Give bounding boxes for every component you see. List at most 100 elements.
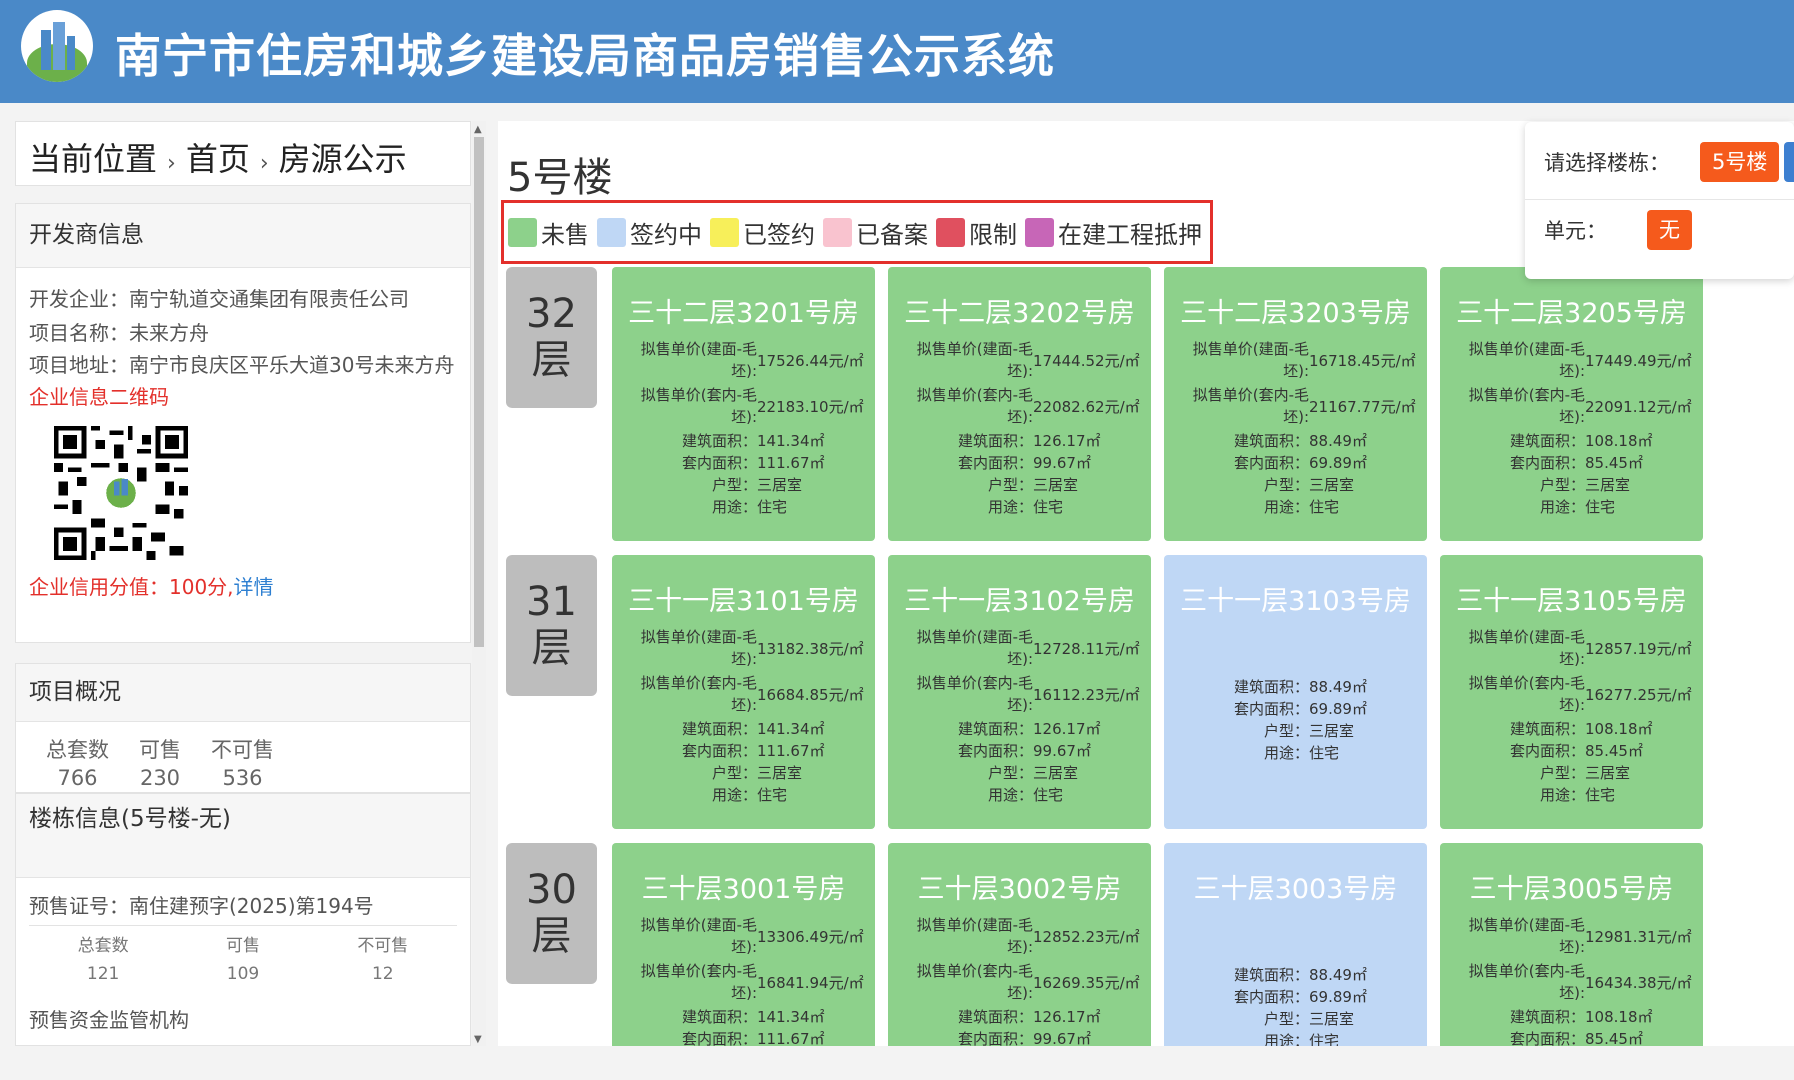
stat-label: 不可售 xyxy=(211,738,274,762)
legend-item: 限制 xyxy=(936,215,1017,250)
floor-label: 32 层 xyxy=(506,267,597,408)
room-field-use: 用途： 住宅 xyxy=(987,498,1064,516)
room-field-build-area: 建筑面积： 88.49㎡ xyxy=(1233,966,1367,984)
room-card[interactable]: 三十二层3205号房 拟售单价(建面-毛坯): 17449.49元/㎡ 拟售单价(套内… xyxy=(1440,267,1703,541)
room-field-price-net: 拟售单价(套内-毛坯): 22091.12元/㎡ xyxy=(1468,386,1692,426)
room-field-inner-area: 套内面积： 99.67㎡ xyxy=(957,454,1091,472)
overview-heading: 项目概况 xyxy=(16,664,470,722)
floor-label: 30 层 xyxy=(506,843,597,984)
room-field-layout: 户型： 三居室 xyxy=(711,476,803,494)
qr-code-image[interactable] xyxy=(54,426,188,560)
room-field-price-net: 拟售单价(套内-毛坯): 16277.25元/㎡ xyxy=(1468,674,1692,714)
room-field-layout: 户型： 三居室 xyxy=(711,764,803,782)
room-field-layout: 户型： 三居室 xyxy=(1263,722,1355,740)
room-title: 三十二层3205号房 xyxy=(1456,298,1687,329)
breadcrumb: 当前位置 › 首页 › 房源公示 xyxy=(15,121,471,186)
room-field-inner-area: 套内面积： 85.45㎡ xyxy=(1509,742,1643,760)
room-card[interactable]: 三十一层3102号房 拟售单价(建面-毛坯): 12728.11元/㎡ 拟售单价(套内… xyxy=(888,555,1151,829)
room-field-use: 用途： 住宅 xyxy=(711,498,788,516)
room-field-use: 用途： 住宅 xyxy=(1263,744,1340,762)
unit-option-button[interactable]: 无 xyxy=(1647,210,1692,250)
scroll-up-icon[interactable]: ▲ xyxy=(474,124,482,135)
room-field-build-area: 建筑面积： 141.34㎡ xyxy=(681,432,825,450)
room-field-price-gross: 拟售单价(建面-毛坯): 13182.38元/㎡ xyxy=(640,628,864,668)
room-field-price-net: 拟售单价(套内-毛坯): 22082.62元/㎡ xyxy=(916,386,1140,426)
room-card[interactable]: 三十一层3105号房拟售单价(建面-毛坯): 12857.19元/㎡ 拟售单价(套内… xyxy=(1440,555,1703,829)
scroll-down-icon[interactable]: ▼ xyxy=(474,1034,482,1045)
room-card[interactable]: 三十层3002号房 拟售单价(建面-毛坯): 12852.23元/㎡ 拟售单价(套内-… xyxy=(888,843,1151,1046)
room-field-price-gross: 拟售单价(建面-毛坯): 17444.52元/㎡ xyxy=(916,340,1140,380)
site-header: 南宁市住房和城乡建设局商品房销售公示系统 xyxy=(0,0,1794,103)
room-card[interactable]: 三十层3005号房 拟售单价(建面-毛坯): 12981.31元/㎡ 拟售单价(套内-… xyxy=(1440,843,1703,1046)
room-card[interactable]: 三十层3001号房 拟售单价(建面-毛坯): 13306.49元/㎡ 拟售单价(套内-… xyxy=(612,843,875,1046)
credit-score: 企业信用分值：100分,详情 xyxy=(29,575,274,599)
building-stats: 总套数 121 可售 109 不可售 12 xyxy=(29,926,457,994)
floor-label: 31 层 xyxy=(506,555,597,696)
room-field-inner-area: 套内面积： 99.67㎡ xyxy=(957,742,1091,760)
room-card[interactable]: 三十一层3101号房 拟售单价(建面-毛坯): 13182.38元/㎡ 拟售单价(套内… xyxy=(612,555,875,829)
room-field-inner-area: 套内面积： 99.67㎡ xyxy=(957,1030,1091,1046)
room-field-build-area: 建筑面积： 108.18㎡ xyxy=(1509,1008,1653,1026)
building-selector-panel: 请选择楼栋： 5号楼 单元： 无 xyxy=(1525,122,1794,279)
left-panel: 当前位置 › 首页 › 房源公示 开发商信息 开发企业：南宁轨道交通集团有限责任公司 项… xyxy=(15,121,471,1046)
room-field-inner-area: 套内面积： 111.67㎡ xyxy=(681,1030,825,1046)
room-title: 三十层3003号房 xyxy=(1193,874,1398,905)
room-field-inner-area: 套内面积： 85.45㎡ xyxy=(1509,454,1643,472)
room-field-price-net: 拟售单价(套内-毛坯): 21167.77元/㎡ xyxy=(1192,386,1416,426)
legend-swatch xyxy=(1025,217,1054,247)
legend-item: 在建工程抵押 xyxy=(1025,215,1202,250)
room-field-build-area: 建筑面积： 141.34㎡ xyxy=(681,1008,825,1026)
stat-label: 不可售 xyxy=(357,936,409,956)
room-card[interactable]: 三十一层3103号房 建筑面积： 88.49㎡ 套内面积： 69.89㎡ 户型： 三居室 用途… xyxy=(1164,555,1427,829)
room-field-use: 用途： 住宅 xyxy=(1263,1032,1340,1046)
room-field-price-net: 拟售单价(套内-毛坯): 16684.85元/㎡ xyxy=(640,674,864,714)
breadcrumb-home-link[interactable]: 首页 xyxy=(186,140,250,178)
building-option-button[interactable]: 5号楼 xyxy=(1700,142,1780,182)
qr-label: 企业信息二维码 xyxy=(29,385,169,409)
credit-details-link[interactable]: 详情 xyxy=(234,575,274,599)
room-field-price-gross: 拟售单价(建面-毛坯): 12728.11元/㎡ xyxy=(916,628,1140,668)
stat-label: 可售 xyxy=(225,936,260,956)
scrollbar-thumb[interactable] xyxy=(474,137,484,647)
room-field-inner-area: 套内面积： 85.45㎡ xyxy=(1509,1030,1643,1046)
site-logo xyxy=(21,10,93,82)
stat-value: 766 xyxy=(57,766,98,790)
room-card[interactable]: 三十二层3201号房 拟售单价(建面-毛坯): 17526.44元/㎡ 拟售单价(套内… xyxy=(612,267,875,541)
room-field-build-area: 建筑面积： 141.34㎡ xyxy=(681,720,825,738)
room-field-price-gross: 拟售单价(建面-毛坯): 13306.49元/㎡ xyxy=(640,916,864,956)
building-info-heading: 楼栋信息(5号楼-无) xyxy=(16,794,470,878)
stat-label: 总套数 xyxy=(77,936,129,956)
building-title: 5号楼 xyxy=(507,155,613,201)
room-field-layout: 户型： 三居室 xyxy=(987,476,1079,494)
legend-swatch xyxy=(936,217,965,247)
room-card[interactable]: 三十二层3203号房 拟售单价(建面-毛坯): 16718.45元/㎡ 拟售单价(套内… xyxy=(1164,267,1427,541)
room-field-use: 用途： 住宅 xyxy=(1263,498,1340,516)
room-card[interactable]: 三十层3003号房 建筑面积： 88.49㎡ 套内面积： 69.89㎡ 户型： 三居室 用途：… xyxy=(1164,843,1427,1046)
breadcrumb-separator-icon: › xyxy=(259,151,269,176)
room-field-inner-area: 套内面积： 111.67㎡ xyxy=(681,742,825,760)
unit-select-label: 单元： xyxy=(1544,219,1607,243)
breadcrumb-separator-icon: › xyxy=(167,151,176,176)
legend-item: 未售 xyxy=(508,215,589,250)
room-field-inner-area: 套内面积： 69.89㎡ xyxy=(1233,454,1367,472)
status-legend: 未售 签约中 已签约 已备案 限制 在建工程抵押 xyxy=(501,200,1213,264)
stat-value: 109 xyxy=(226,964,260,984)
room-card[interactable]: 三十二层3202号房 拟售单价(建面-毛坯): 17444.52元/㎡ 拟售单价(套内… xyxy=(888,267,1151,541)
legend-item: 签约中 xyxy=(597,215,702,250)
overview-card: 项目概况 总套数 766 可售 230 不可售 536 xyxy=(15,663,471,793)
building-option-button-next[interactable] xyxy=(1784,142,1794,182)
building-select-label: 请选择楼栋： xyxy=(1544,151,1670,175)
developer-project: 项目名称：未来方舟 xyxy=(29,321,209,345)
room-field-price-gross: 拟售单价(建面-毛坯): 12857.19元/㎡ xyxy=(1468,628,1692,668)
stat-label: 可售 xyxy=(139,738,181,762)
room-field-use: 用途： 住宅 xyxy=(987,786,1064,804)
room-field-layout: 户型： 三居室 xyxy=(1263,476,1355,494)
developer-company: 开发企业：南宁轨道交通集团有限责任公司 xyxy=(29,287,409,311)
room-field-layout: 户型： 三居室 xyxy=(1539,476,1631,494)
room-field-build-area: 建筑面积： 88.49㎡ xyxy=(1233,432,1367,450)
room-field-price-gross: 拟售单价(建面-毛坯): 17526.44元/㎡ xyxy=(640,340,864,380)
stat-value: 536 xyxy=(222,766,263,790)
room-title: 三十一层3105号房 xyxy=(1456,586,1687,617)
room-field-build-area: 建筑面积： 88.49㎡ xyxy=(1233,678,1367,696)
developer-heading: 开发商信息 xyxy=(16,204,470,268)
